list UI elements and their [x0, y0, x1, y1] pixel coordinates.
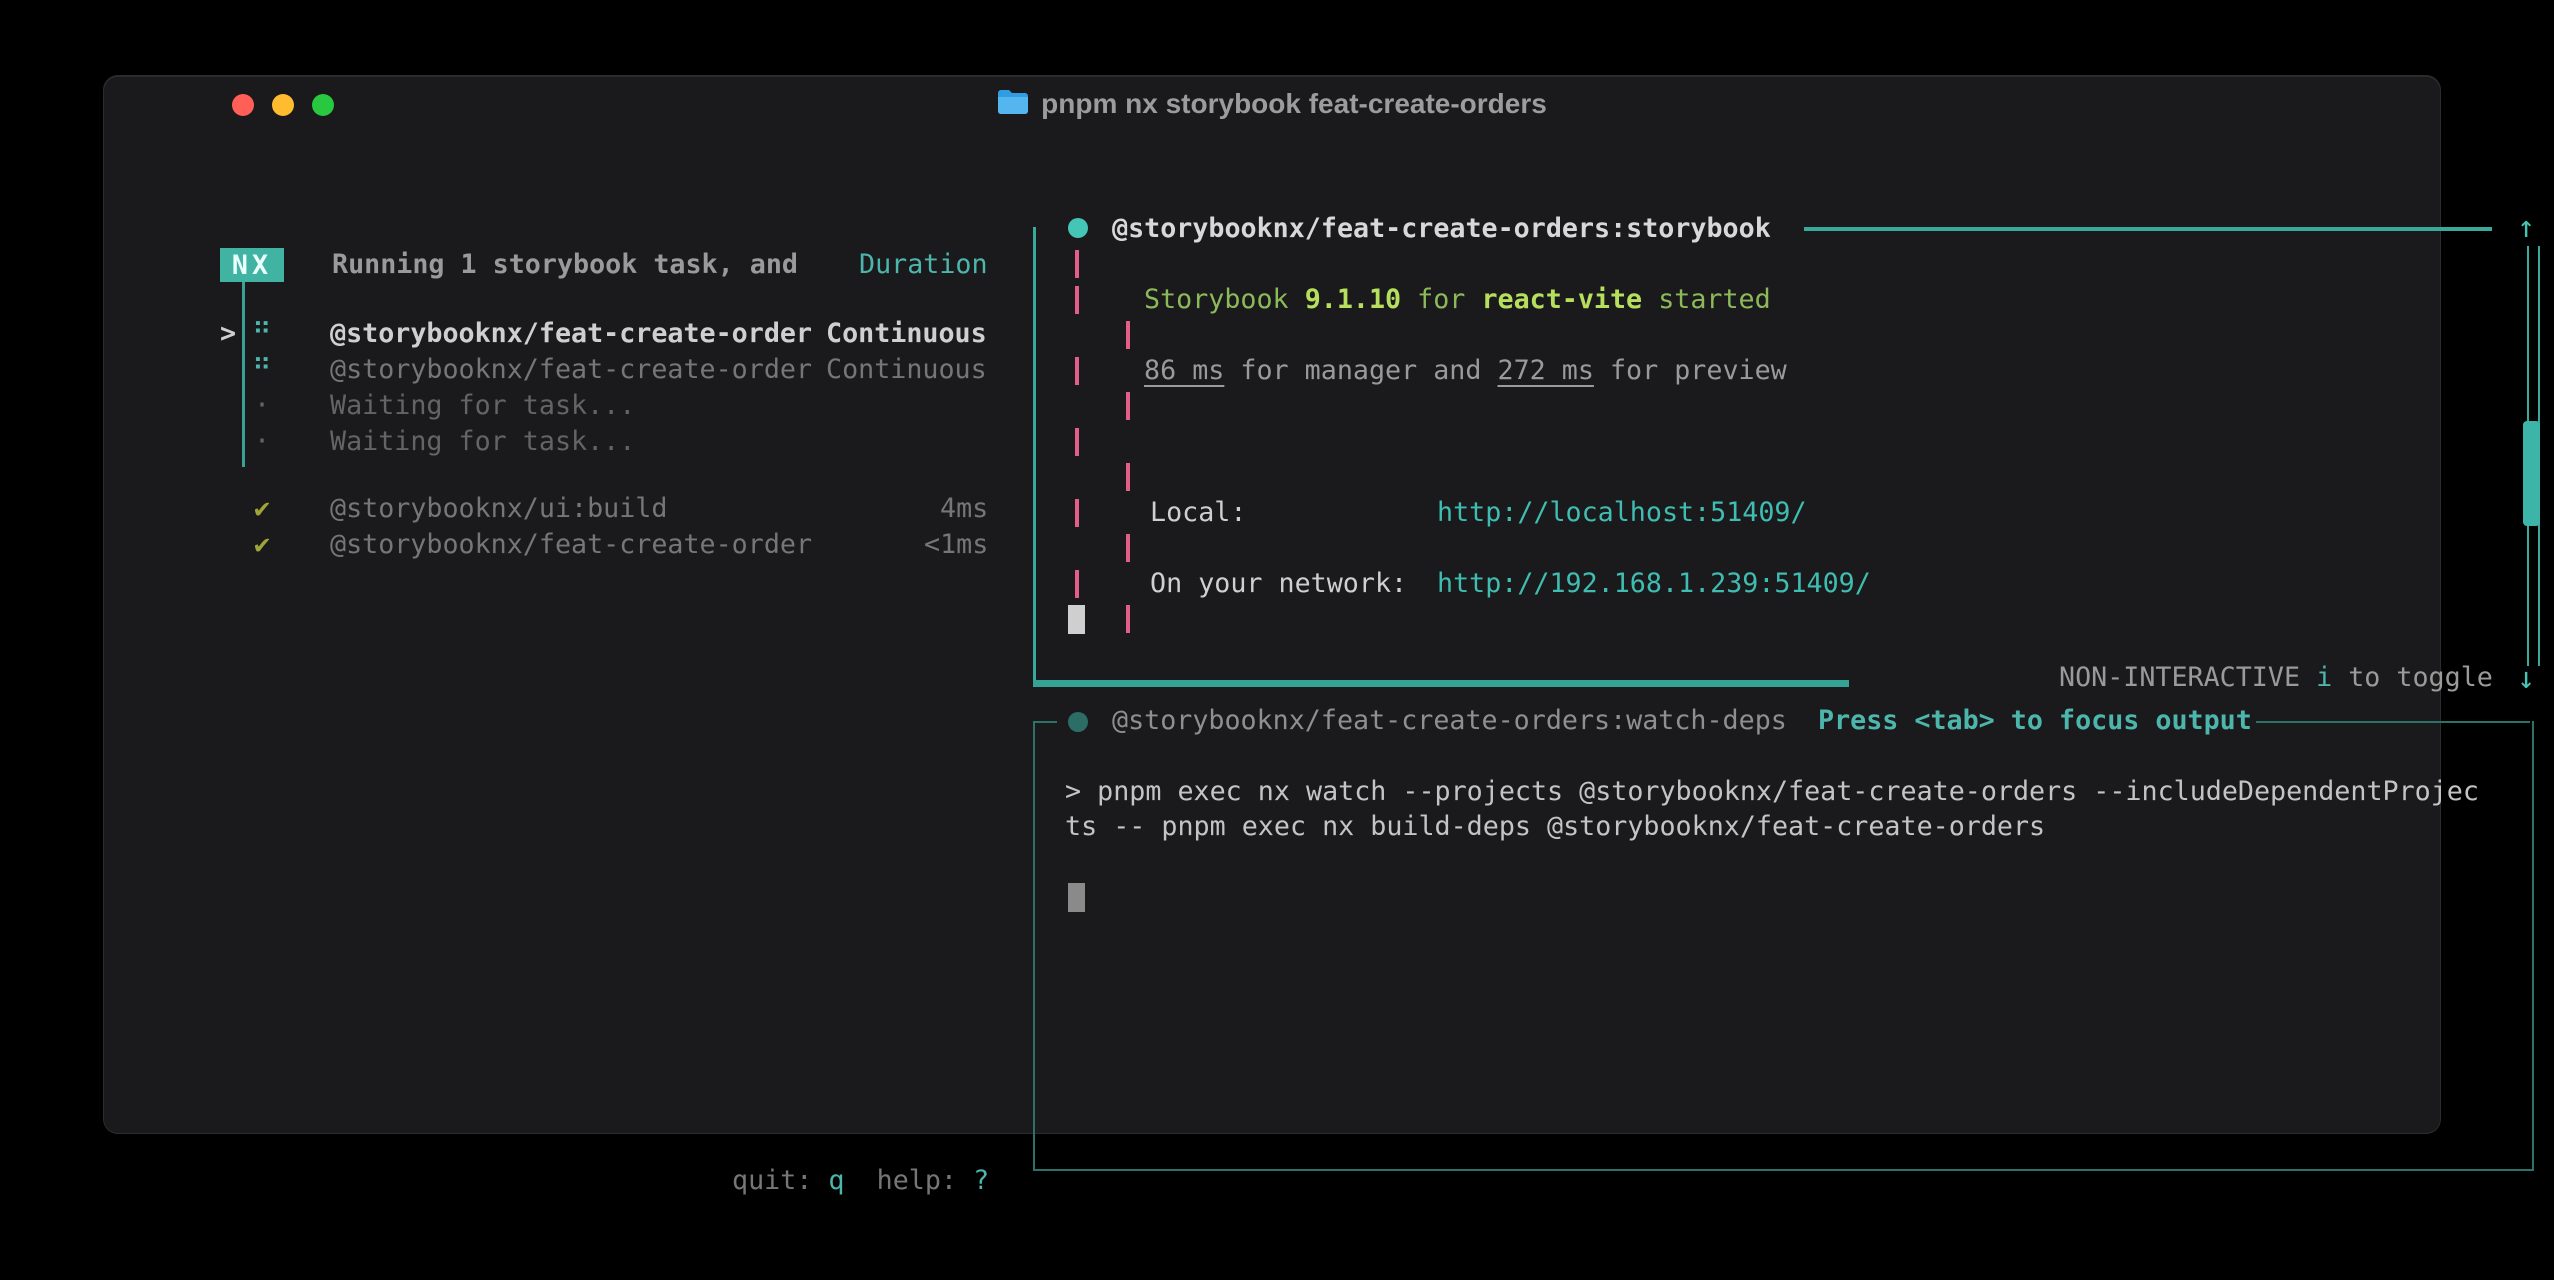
storybook-timing-line: 86 ms for manager and 272 ms for preview: [1144, 353, 1787, 389]
spinner-icon: ⠛: [252, 316, 272, 352]
output-marker: [1126, 321, 1130, 349]
task-row[interactable]: @storybooknx/feat-create-order: [330, 527, 812, 563]
scroll-up-icon[interactable]: ↑: [2517, 213, 2535, 243]
scroll-down-icon[interactable]: ↓: [2517, 664, 2535, 694]
storybook-started-line: Storybook 9.1.10 for react-vite started: [1144, 282, 1771, 318]
pending-bullet-icon: ·: [254, 388, 270, 424]
output-marker: [1075, 428, 1079, 456]
output-marker: [1075, 286, 1079, 314]
idle-indicator-icon: [1068, 712, 1088, 732]
storybook-builder: react-vite: [1481, 284, 1642, 315]
top-pane-title[interactable]: @storybooknx/feat-create-orders:storyboo…: [1112, 211, 1771, 247]
local-url-link[interactable]: http://localhost:51409/: [1437, 495, 1807, 531]
duration-column-header: Duration: [859, 247, 988, 283]
selected-row-caret: >: [220, 316, 236, 352]
network-label: On your network:: [1150, 566, 1407, 602]
output-marker: [1075, 499, 1079, 527]
terminal-window: pnpm nx storybook feat-create-orders NX …: [104, 76, 2440, 1133]
nx-tree-line: [242, 282, 245, 467]
task-row[interactable]: @storybooknx/feat-create-order: [330, 316, 812, 352]
focus-output-hint: Press <tab> to focus output: [1818, 703, 2252, 739]
shortcut-bar: quit: q help: ?: [732, 1163, 989, 1199]
nx-badge: NX: [220, 248, 284, 282]
pending-bullet-icon: ·: [254, 424, 270, 460]
bottom-pane-title[interactable]: @storybooknx/feat-create-orders:watch-de…: [1112, 703, 1787, 739]
manager-time: 86 ms: [1144, 355, 1224, 386]
bottom-pane-cursor: [1068, 883, 1085, 912]
task-list-header: Running 1 storybook task, and: [332, 247, 798, 283]
task-row[interactable]: Waiting for task...: [330, 424, 635, 460]
titlebar: pnpm nx storybook feat-create-orders: [104, 76, 2440, 130]
top-pane-left-border: [1033, 227, 1036, 685]
task-row[interactable]: Waiting for task...: [330, 388, 635, 424]
storybook-version: 9.1.10: [1305, 284, 1401, 315]
check-icon: ✔: [254, 491, 270, 527]
output-marker: [1126, 534, 1130, 562]
window-title-area: pnpm nx storybook feat-create-orders: [104, 88, 2440, 120]
running-indicator-icon: [1068, 218, 1088, 238]
top-pane-header-rule: [1804, 227, 2492, 231]
output-marker: [1126, 463, 1130, 491]
quit-key[interactable]: q: [828, 1165, 844, 1196]
task-row[interactable]: @storybooknx/ui:build: [330, 491, 667, 527]
output-marker: [1126, 392, 1130, 420]
output-marker: [1126, 605, 1130, 633]
top-pane-bottom-border: [1033, 680, 1849, 687]
quit-label: quit:: [732, 1165, 812, 1196]
bottom-pane-top-rule-left: [1033, 721, 1057, 723]
screen: pnpm nx storybook feat-create-orders NX …: [0, 0, 2554, 1280]
task-row[interactable]: @storybooknx/feat-create-order: [330, 352, 812, 388]
help-key[interactable]: ?: [973, 1165, 989, 1196]
preview-time: 272 ms: [1498, 355, 1594, 386]
help-label: help:: [877, 1165, 957, 1196]
top-pane-cursor: [1068, 605, 1085, 634]
window-title: pnpm nx storybook feat-create-orders: [1041, 88, 1547, 120]
folder-icon: [997, 89, 1029, 119]
output-marker: [1075, 357, 1079, 385]
noninteractive-hint: NON-INTERACTIVE i to toggle: [2059, 660, 2493, 696]
task-duration: 4ms: [940, 491, 988, 527]
scrollbar-thumb[interactable]: [2523, 421, 2540, 526]
network-url-link[interactable]: http://192.168.1.239:51409/: [1437, 566, 1871, 602]
output-marker: [1075, 570, 1079, 598]
output-marker: [1075, 250, 1079, 278]
local-label: Local:: [1150, 495, 1246, 531]
watch-command-line-2: ts -- pnpm exec nx build-deps @storybook…: [1065, 809, 2045, 845]
task-row-status: Continuous: [826, 316, 987, 352]
spinner-icon: ⠛: [252, 352, 272, 388]
toggle-key: i: [2316, 662, 2332, 693]
bottom-pane-top-rule-right: [2256, 721, 2530, 723]
check-icon: ✔: [254, 527, 270, 563]
task-row-status: Continuous: [826, 352, 987, 388]
task-duration: <1ms: [924, 527, 988, 563]
watch-command-line-1: > pnpm exec nx watch --projects @storybo…: [1065, 774, 2479, 810]
